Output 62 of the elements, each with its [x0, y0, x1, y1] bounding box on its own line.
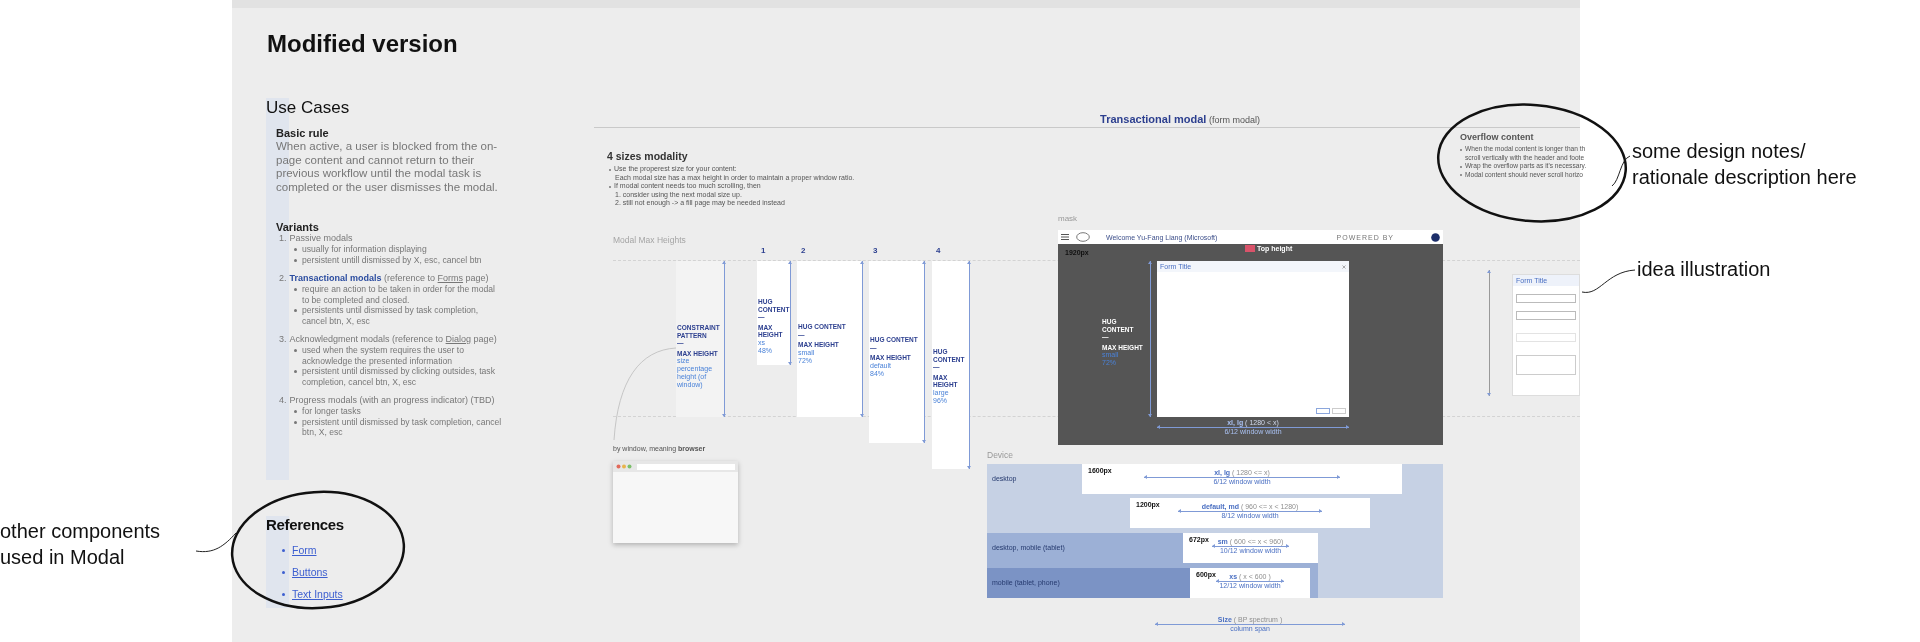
variant-title: Acknowledgment modals (reference to Dialog page) [289, 334, 497, 345]
section-heading: Use Cases [266, 98, 351, 118]
annotation-text: some design notes/ rationale description here [1632, 139, 1857, 190]
annotation-text: other components used in Modal [0, 519, 161, 570]
bullet-icon [294, 410, 297, 413]
subsection-heading: Variants [276, 221, 320, 233]
bullet-icon [294, 258, 297, 262]
column-number: 1 [761, 246, 766, 255]
bullet-icon [294, 420, 297, 424]
text-area [1516, 355, 1576, 375]
leader-line [1581, 269, 1636, 293]
form-field [1516, 294, 1576, 303]
variant-title: Passive modals [289, 233, 353, 244]
annotation-text: idea illustration [1637, 257, 1771, 282]
bullet-icon [282, 570, 285, 574]
bullet-icon [282, 592, 285, 596]
section-label: Device [987, 450, 1013, 460]
menu-icon [1061, 234, 1069, 240]
column-number: 2 [801, 246, 806, 255]
bullet-icon [294, 370, 297, 373]
reference-link[interactable]: Text Inputs [292, 588, 343, 600]
bullet-icon [294, 309, 297, 312]
leader-line [195, 532, 237, 553]
rule-text: When active, a user is blocked from the on-page content and cannot return to their previous workflow until the modal task is completed or the user dismisses the modal. [276, 140, 499, 194]
bullet-icon [282, 548, 285, 552]
section-title: Transactional modal (form modal) [1099, 113, 1261, 125]
variant-link[interactable]: Transactional modals [289, 273, 382, 283]
subsection-heading: Basic rule [276, 127, 330, 139]
bullet-text: persistent until dismissed by task completion, cancel btn, X, esc [302, 416, 503, 438]
section-heading: References [266, 516, 345, 533]
bullet-text: require an action to be taken in order for the modal to be completed and closed. [302, 284, 496, 305]
bullet-text: persistent until dismissed by clicking outsides, task completion, cancel btn, X, esc [302, 366, 496, 387]
window-controls-icon [616, 464, 632, 469]
column-number: 4 [936, 246, 941, 255]
page-link[interactable]: Forms [437, 273, 464, 283]
list-number: 1. [279, 233, 287, 244]
list-number: 3. [279, 334, 287, 345]
list-number: 2. [279, 273, 287, 284]
list-number: 4. [279, 395, 287, 406]
bullet-icon [294, 349, 297, 352]
bullet-icon [294, 288, 297, 291]
frame-label: mask [1058, 214, 1078, 223]
reference-link[interactable]: Form [292, 544, 317, 556]
bullet-text: persistents until dismissed by task completion, cancel btn, X, esc [302, 305, 480, 326]
bullet-text: usually for information displaying [302, 244, 427, 255]
form-field [1516, 333, 1576, 342]
section-heading: 4 sizes modality [607, 150, 689, 162]
chart-label: Modal Max Heights [613, 235, 686, 245]
column-number: 3 [873, 246, 878, 255]
bullet-icon [294, 248, 297, 251]
variant-title: Progress modals (with an progress indicator) (TBD) [289, 395, 495, 406]
reference-link[interactable]: Buttons [292, 566, 328, 578]
board-title: Modified version [267, 30, 458, 58]
section-heading: Overflow content [1460, 132, 1535, 142]
bullet-text: persistent untill dismissed by X, esc, cancel btn [302, 254, 482, 265]
leader-line [1611, 155, 1631, 187]
avatar-icon [1431, 232, 1440, 242]
page-link[interactable]: Dialog [445, 334, 472, 344]
bullet-text: for longer tasks [302, 406, 361, 417]
form-field [1516, 311, 1576, 320]
variant-title: Transactional modals (reference to Forms page) [289, 273, 489, 284]
close-icon [1342, 264, 1346, 269]
